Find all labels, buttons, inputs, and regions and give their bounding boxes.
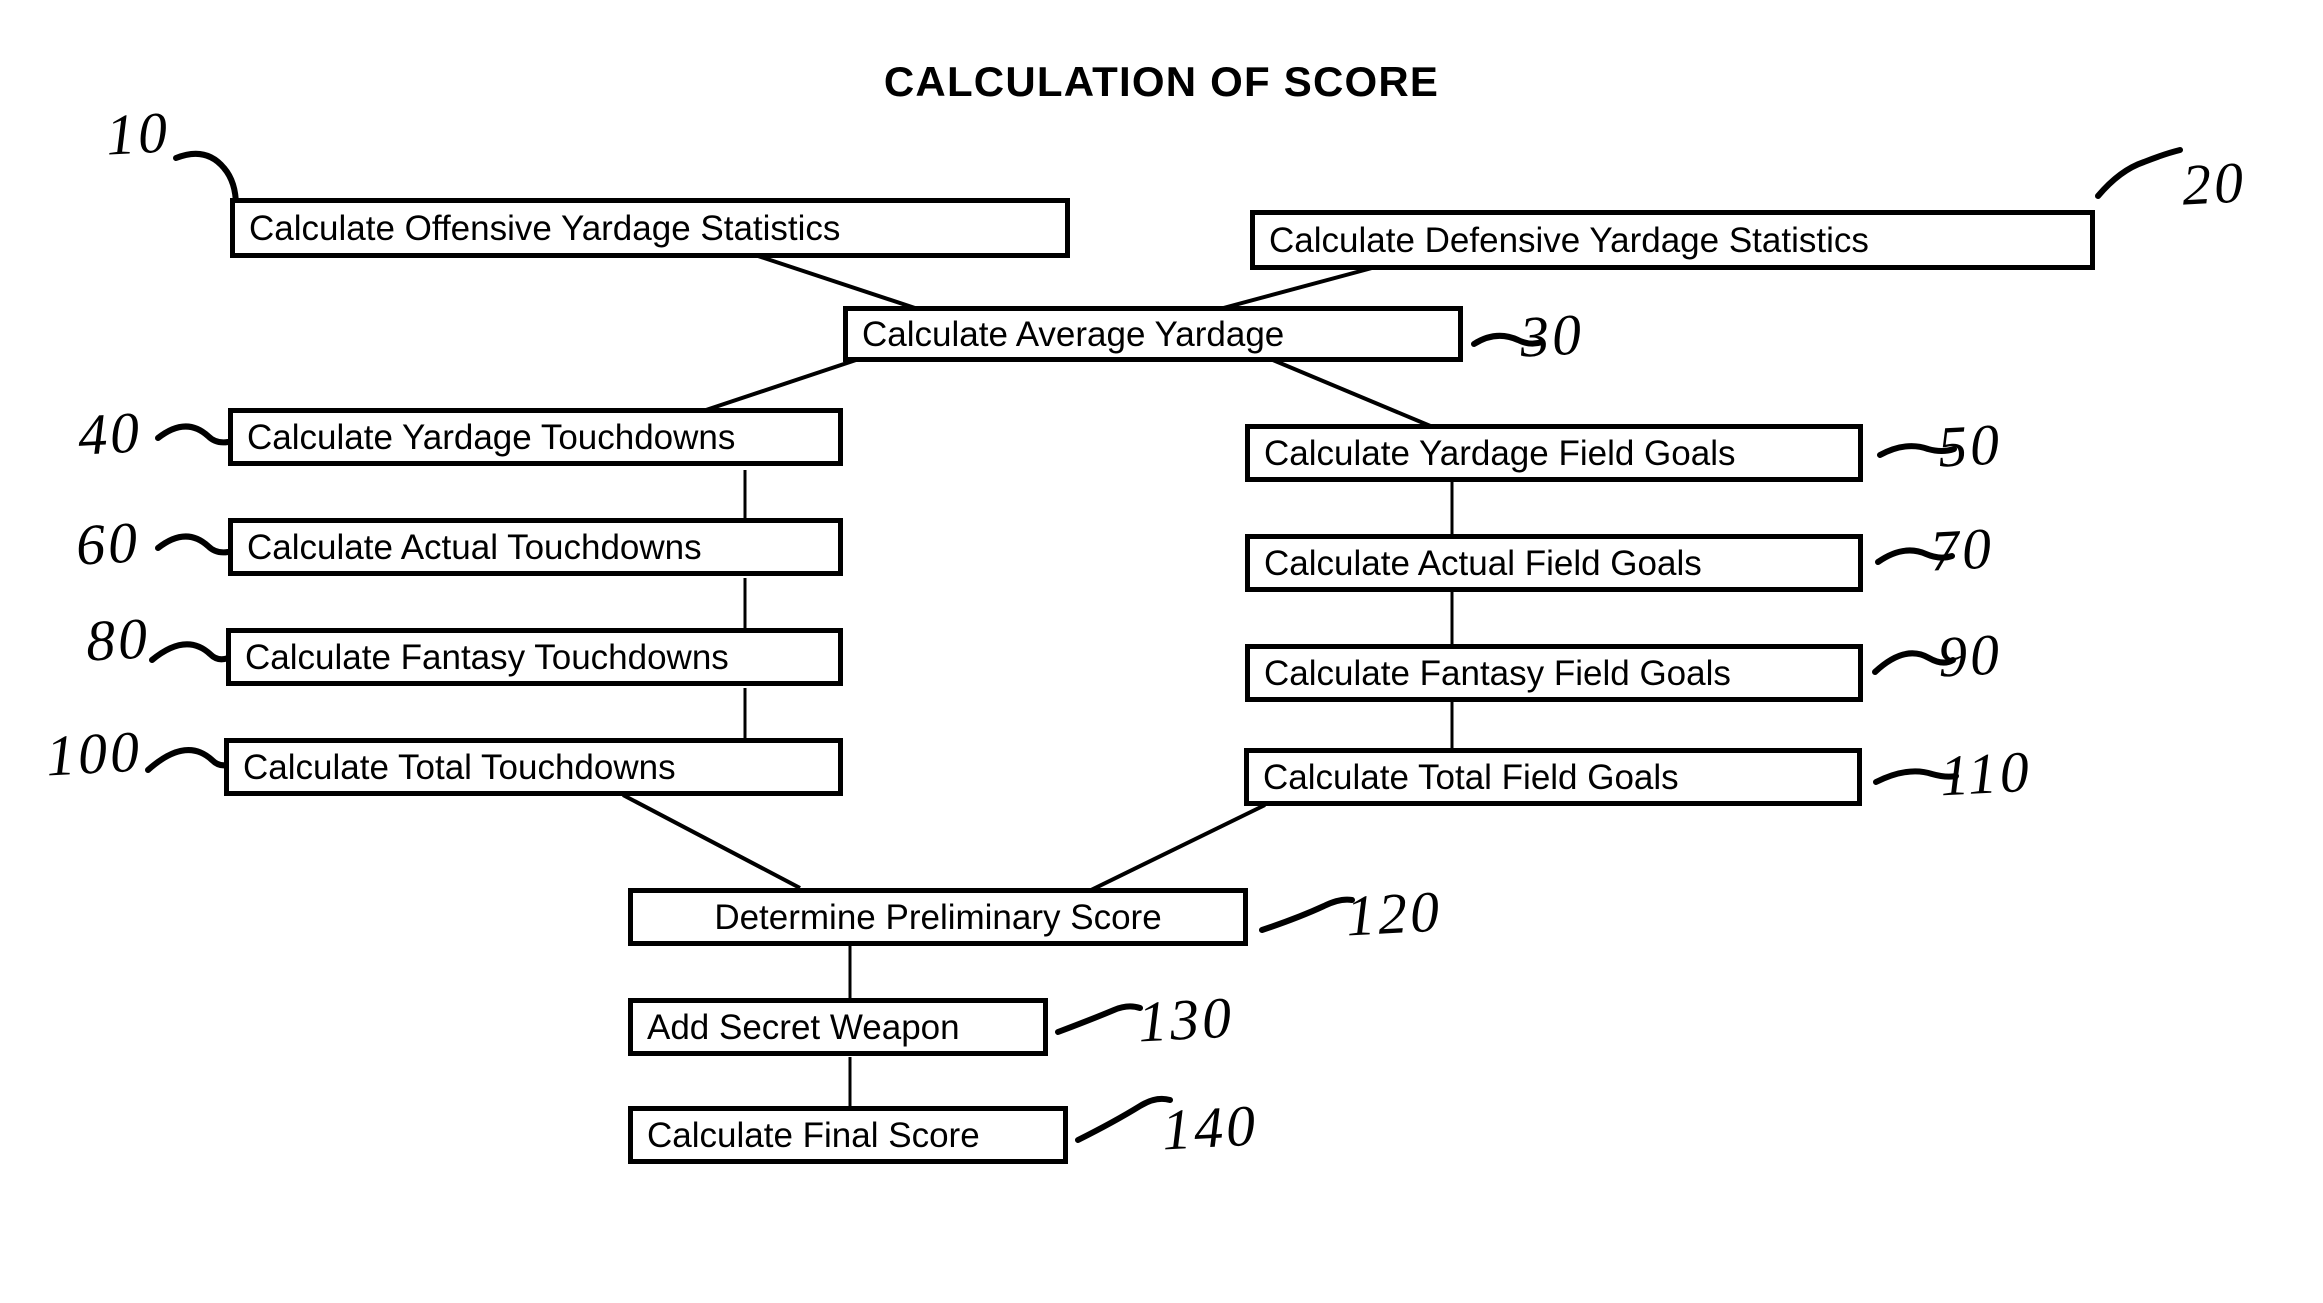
process-box-70[interactable]: Calculate Actual Field Goals bbox=[1245, 534, 1863, 592]
process-box-140[interactable]: Calculate Final Score bbox=[628, 1106, 1068, 1164]
process-box-90[interactable]: Calculate Fantasy Field Goals bbox=[1245, 644, 1863, 702]
leader-line-130 bbox=[1055, 1003, 1143, 1035]
leader-line-20 bbox=[2095, 147, 2183, 199]
reference-numeral-50: 50 bbox=[1936, 411, 2004, 480]
process-box-140-label: Calculate Final Score bbox=[647, 1115, 980, 1155]
process-box-40-label: Calculate Yardage Touchdowns bbox=[247, 417, 736, 457]
process-box-130[interactable]: Add Secret Weapon bbox=[628, 998, 1048, 1056]
process-box-100-label: Calculate Total Touchdowns bbox=[243, 747, 676, 787]
process-box-30[interactable]: Calculate Average Yardage bbox=[843, 306, 1463, 362]
reference-numeral-90: 90 bbox=[1936, 621, 2004, 690]
reference-numeral-140: 140 bbox=[1160, 1092, 1260, 1163]
reference-numeral-110: 110 bbox=[1938, 738, 2034, 809]
reference-numeral-30: 30 bbox=[1518, 301, 1586, 370]
process-box-80[interactable]: Calculate Fantasy Touchdowns bbox=[226, 628, 843, 686]
process-box-30-label: Calculate Average Yardage bbox=[862, 314, 1285, 354]
process-box-80-label: Calculate Fantasy Touchdowns bbox=[245, 637, 729, 677]
edge-110-to-120 bbox=[1084, 803, 1266, 895]
process-box-60[interactable]: Calculate Actual Touchdowns bbox=[228, 518, 843, 576]
reference-numeral-130: 130 bbox=[1136, 984, 1236, 1055]
reference-numeral-60: 60 bbox=[74, 509, 142, 578]
edge-30-to-50 bbox=[1267, 356, 1441, 432]
reference-numeral-100: 100 bbox=[44, 718, 144, 789]
reference-numeral-70: 70 bbox=[1928, 515, 1996, 584]
leader-line-120 bbox=[1259, 896, 1355, 933]
process-box-110-label: Calculate Total Field Goals bbox=[1263, 757, 1679, 797]
reference-numeral-120: 120 bbox=[1344, 878, 1444, 949]
process-box-90-label: Calculate Fantasy Field Goals bbox=[1264, 653, 1731, 693]
process-box-120[interactable]: Determine Preliminary Score bbox=[628, 888, 1248, 946]
reference-numeral-20: 20 bbox=[2180, 149, 2248, 218]
leader-line-60 bbox=[155, 533, 231, 556]
process-box-50[interactable]: Calculate Yardage Field Goals bbox=[1245, 424, 1863, 482]
patent-figure-page: CALCULATION OF SCORE Calculate Offensive… bbox=[0, 0, 2323, 1303]
process-box-70-label: Calculate Actual Field Goals bbox=[1264, 543, 1702, 583]
process-box-120-label: Determine Preliminary Score bbox=[714, 897, 1162, 937]
reference-numeral-80: 80 bbox=[84, 605, 152, 674]
process-box-40[interactable]: Calculate Yardage Touchdowns bbox=[228, 408, 843, 466]
reference-numeral-40: 40 bbox=[76, 399, 144, 468]
leader-line-80 bbox=[149, 641, 231, 663]
process-box-10-label: Calculate Offensive Yardage Statistics bbox=[249, 208, 841, 248]
page-title: CALCULATION OF SCORE bbox=[883, 58, 1440, 105]
process-box-60-label: Calculate Actual Touchdowns bbox=[247, 527, 702, 567]
process-box-50-label: Calculate Yardage Field Goals bbox=[1264, 433, 1736, 473]
leader-line-100 bbox=[145, 747, 233, 773]
process-box-130-label: Add Secret Weapon bbox=[647, 1007, 960, 1047]
leader-line-40 bbox=[155, 423, 231, 446]
leader-line-140 bbox=[1075, 1095, 1173, 1143]
edge-10-to-30 bbox=[754, 253, 931, 315]
process-box-100[interactable]: Calculate Total Touchdowns bbox=[224, 738, 843, 796]
reference-numeral-10: 10 bbox=[104, 99, 172, 168]
process-box-20[interactable]: Calculate Defensive Yardage Statistics bbox=[1250, 210, 2095, 270]
edge-100-to-120 bbox=[622, 793, 801, 890]
process-box-110[interactable]: Calculate Total Field Goals bbox=[1244, 748, 1862, 806]
process-box-20-label: Calculate Defensive Yardage Statistics bbox=[1269, 220, 1869, 260]
leader-line-10 bbox=[173, 150, 239, 209]
process-box-10[interactable]: Calculate Offensive Yardage Statistics bbox=[230, 198, 1070, 258]
